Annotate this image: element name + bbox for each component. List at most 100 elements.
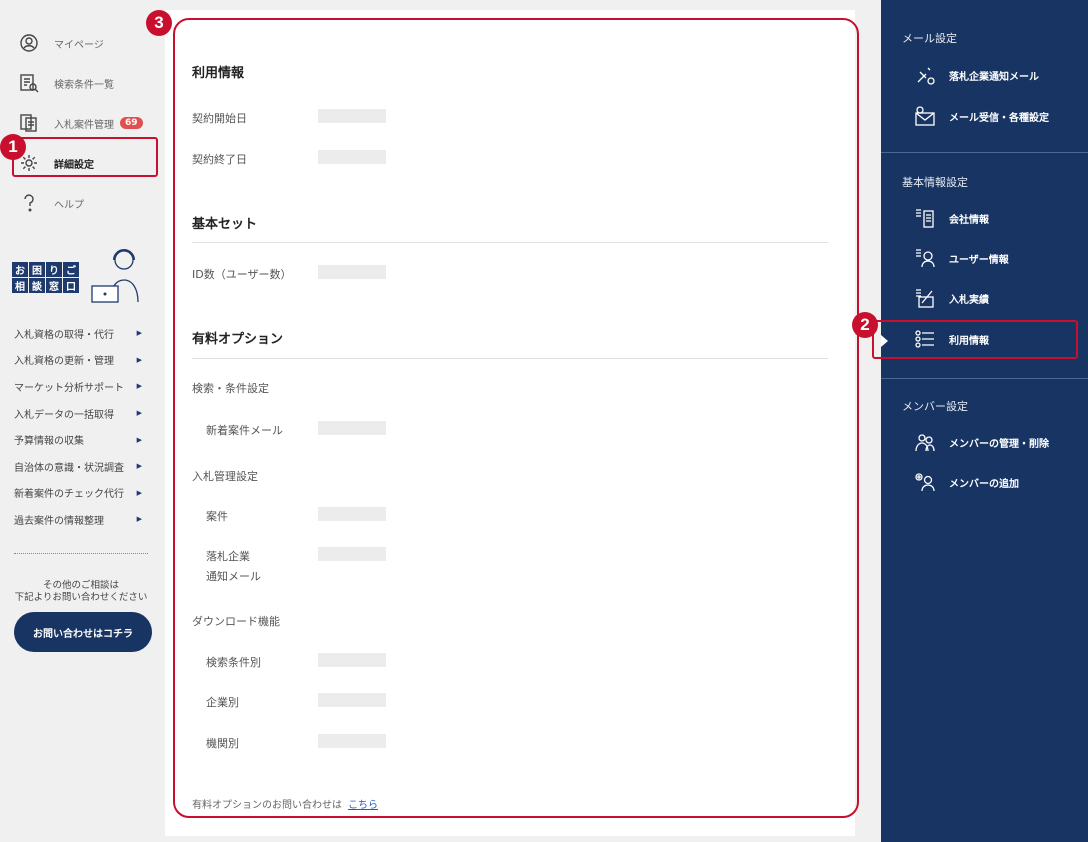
contract-end-value <box>318 150 386 164</box>
settings-panel: メール設定 落札企業通知メール メール受信・各種設定 基本情報設定 会社情報 ユ… <box>881 0 1088 842</box>
paid-option-contact-note: 有料オプションのお問い合わせは こちら <box>192 796 378 811</box>
tile: 困 <box>29 262 45 277</box>
contact-link[interactable]: こちら <box>348 800 378 811</box>
menu-item[interactable]: 自治体の意識・状況調査 ▶ <box>14 453 150 480</box>
document-list-icon <box>18 112 40 134</box>
menu-member-manage[interactable]: メンバーの管理・削除 <box>913 429 1049 455</box>
winning-company-label-1: 落札企業 <box>206 550 250 563</box>
divider <box>881 378 1088 379</box>
menu-label: 過去案件の情報整理 <box>14 515 104 527</box>
by-search-value <box>318 653 386 667</box>
tile: 口 <box>63 278 79 293</box>
arrow-right-icon: ▶ <box>136 462 142 471</box>
menu-mail-receive-settings[interactable]: メール受信・各種設定 <box>913 103 1049 129</box>
contract-start-label: 契約開始日 <box>192 112 247 125</box>
user-circle-icon <box>18 32 40 54</box>
menu-label: 予算情報の収集 <box>14 436 84 448</box>
menu-item[interactable]: 入札データの一括取得 ▶ <box>14 400 150 427</box>
divider <box>881 152 1088 153</box>
mail-settings-icon <box>913 104 937 128</box>
id-count-label: ID数（ユーザー数） <box>192 268 292 281</box>
winning-company-label-2: 通知メール <box>206 570 261 583</box>
consult-line: 下記よりお問い合わせください <box>14 592 148 603</box>
arrow-right-icon: ▶ <box>136 435 142 444</box>
highlight-box-1 <box>12 137 158 177</box>
menu-item[interactable]: マーケット分析サポート ▶ <box>14 373 150 400</box>
count-badge: 69 <box>120 117 143 129</box>
winning-company-value <box>318 547 386 561</box>
tile: 窓 <box>46 278 62 293</box>
contract-start-value <box>318 109 386 123</box>
member-settings-title: メンバー設定 <box>902 400 968 413</box>
arrow-right-icon: ▶ <box>136 409 142 418</box>
new-item-mail-label: 新着案件メール <box>206 424 283 437</box>
contract-end-label: 契約終了日 <box>192 153 247 166</box>
highlight-box-2 <box>872 320 1078 359</box>
menu-winning-company-mail[interactable]: 落札企業通知メール <box>913 62 1039 88</box>
by-company-value <box>318 693 386 707</box>
menu-label: ユーザー情報 <box>949 254 1009 266</box>
menu-item[interactable]: 過去案件の情報整理 ▶ <box>14 506 150 533</box>
menu-label: 入札実績 <box>949 294 989 306</box>
id-count-value <box>318 265 386 279</box>
download-feature-label: ダウンロード機能 <box>192 615 280 628</box>
step-marker-2: 2 <box>852 312 878 338</box>
bid-mgmt-settings-label: 入札管理設定 <box>192 470 258 483</box>
nav-mypage[interactable]: マイページ <box>18 30 104 56</box>
menu-label: メンバーの管理・削除 <box>949 438 1049 450</box>
arrow-right-icon: ▶ <box>136 488 142 497</box>
nav-bid-management[interactable]: 入札案件管理 69 <box>18 110 143 136</box>
member-add-icon <box>913 470 937 494</box>
basic-set-title: 基本セット <box>192 217 258 232</box>
footer-text: 有料オプションのお問い合わせは <box>192 800 342 811</box>
divider <box>192 242 828 243</box>
consult-line: その他のご相談は <box>42 580 119 591</box>
new-item-mail-value <box>318 421 386 435</box>
question-icon <box>18 192 40 214</box>
arrow-right-icon: ▶ <box>136 329 142 338</box>
service-menu: 入札資格の取得・代行 ▶ 入札資格の更新・管理 ▶ マーケット分析サポート ▶ 入札デ… <box>14 320 150 533</box>
menu-item[interactable]: 予算情報の収集 ▶ <box>14 426 150 453</box>
tile: り <box>46 262 62 277</box>
step-marker-1: 1 <box>0 134 26 160</box>
menu-label: 新着案件のチェック代行 <box>14 489 124 501</box>
tile: 談 <box>29 278 45 293</box>
nav-search-list[interactable]: 検索条件一覧 <box>18 70 114 96</box>
menu-user-info[interactable]: ユーザー情報 <box>913 245 1009 271</box>
nav-help[interactable]: ヘルプ <box>18 190 84 216</box>
menu-company-info[interactable]: 会社情報 <box>913 205 989 231</box>
tile: ご <box>63 262 79 277</box>
paid-options-title: 有料オプション <box>192 332 284 347</box>
items-label: 案件 <box>206 510 228 523</box>
menu-label: 入札資格の更新・管理 <box>14 356 114 368</box>
tile: お <box>12 262 28 277</box>
menu-label: 会社情報 <box>949 214 989 226</box>
items-value <box>318 507 386 521</box>
menu-label: 入札資格の取得・代行 <box>14 329 114 341</box>
nav-label: マイページ <box>54 39 104 51</box>
by-agency-label: 機関別 <box>206 737 239 750</box>
step-marker-3: 3 <box>146 10 172 36</box>
arrow-right-icon: ▶ <box>136 515 142 524</box>
arrow-right-icon: ▶ <box>136 355 142 364</box>
arrow-right-icon: ▶ <box>136 382 142 391</box>
company-info-icon <box>913 206 937 230</box>
nav-label: 入札案件管理 <box>54 119 114 131</box>
menu-item[interactable]: 入札資格の更新・管理 ▶ <box>14 347 150 374</box>
nav-label: ヘルプ <box>54 199 84 211</box>
menu-bid-record[interactable]: 入札実績 <box>913 285 989 311</box>
usage-info-title: 利用情報 <box>192 66 245 81</box>
help-banner-tiles[interactable]: お 困 り ご 相 談 窓 口 <box>12 262 79 293</box>
search-list-icon <box>18 72 40 94</box>
contact-button[interactable]: お問い合わせはコチラ <box>14 612 152 652</box>
by-company-label: 企業別 <box>206 696 239 709</box>
operator-illustration-icon <box>91 249 139 303</box>
tile: 相 <box>12 278 28 293</box>
menu-member-add[interactable]: メンバーの追加 <box>913 469 1019 495</box>
menu-label: 落札企業通知メール <box>949 71 1039 83</box>
bid-record-icon <box>913 286 937 310</box>
menu-item[interactable]: 入札資格の取得・代行 ▶ <box>14 320 150 347</box>
menu-label: マーケット分析サポート <box>14 382 124 394</box>
menu-item[interactable]: 新着案件のチェック代行 ▶ <box>14 480 150 507</box>
mail-settings-title: メール設定 <box>902 32 957 45</box>
